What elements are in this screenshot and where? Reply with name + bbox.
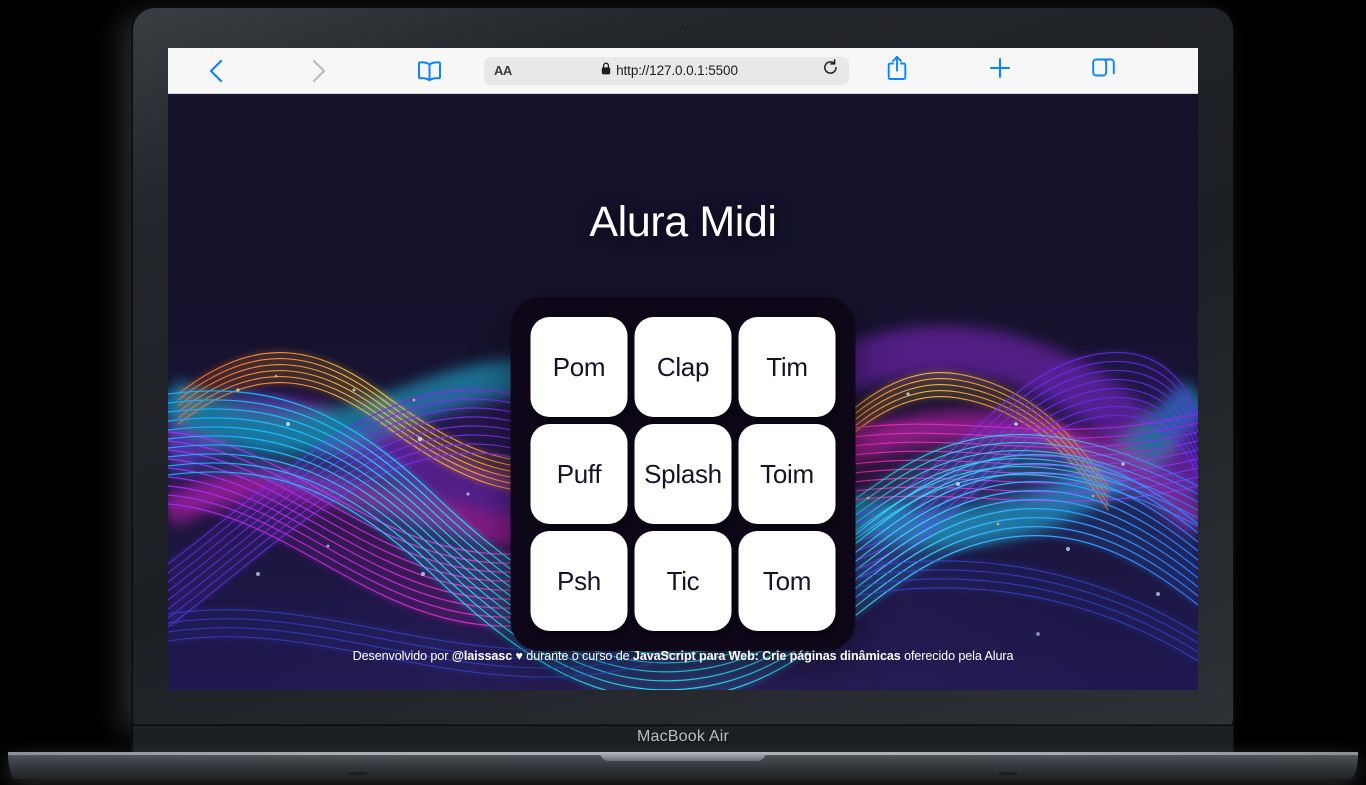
- laptop-base: [8, 752, 1358, 779]
- pad-button-tic[interactable]: Tic: [634, 531, 732, 631]
- base-foot-left: [348, 772, 368, 775]
- pad-button-clap[interactable]: Clap: [634, 317, 732, 417]
- chevron-left-icon: [208, 58, 224, 84]
- pad-button-toim[interactable]: Toim: [738, 424, 836, 524]
- reload-circular-arrow-icon: [822, 59, 839, 82]
- open-book-icon: [417, 60, 442, 82]
- bookmarks-button[interactable]: [374, 48, 484, 94]
- chevron-right-icon: [311, 58, 327, 84]
- page-footer: Desenvolvido por @laissasc ♥ durante o c…: [168, 649, 1198, 664]
- pad-button-pom[interactable]: Pom: [530, 317, 628, 417]
- base-foot-right: [998, 772, 1018, 775]
- footer-course-name: JavaScript para Web: Crie páginas dinâmi…: [632, 648, 901, 663]
- forward-button[interactable]: [264, 48, 374, 94]
- pad-button-splash[interactable]: Splash: [634, 424, 732, 524]
- browser-toolbar: AA http://127.0.0.1:5500: [168, 48, 1198, 94]
- device-model-label: MacBook Air: [636, 728, 729, 745]
- pad-button-puff[interactable]: Puff: [530, 424, 628, 524]
- footer-author: @laissasc ♥: [451, 648, 523, 663]
- pad-button-tim[interactable]: Tim: [738, 317, 836, 417]
- laptop-lid: AA http://127.0.0.1:5500 Alura Midi Pom …: [133, 8, 1233, 726]
- camera-dot-icon: [679, 27, 687, 34]
- footer-credit-text: Desenvolvido por @laissasc ♥ durante o c…: [188, 649, 1178, 664]
- share-up-arrow-icon: [887, 55, 907, 86]
- plus-icon: [988, 56, 1012, 85]
- share-button[interactable]: [849, 48, 945, 94]
- footer-part-3: durante o curso de: [522, 648, 633, 663]
- pad-button-psh[interactable]: Psh: [530, 531, 628, 631]
- lock-icon: [601, 62, 611, 80]
- laptop-screen: AA http://127.0.0.1:5500 Alura Midi Pom …: [168, 48, 1198, 690]
- footer-part-5: oferecido pela Alura: [900, 648, 1014, 663]
- pad-button-tom[interactable]: Tom: [738, 531, 836, 631]
- page-title-block: Alura Midi: [168, 198, 1198, 247]
- new-tab-button[interactable]: [945, 48, 1055, 94]
- address-bar[interactable]: AA http://127.0.0.1:5500: [484, 56, 849, 85]
- overlapping-squares-icon: [1091, 56, 1115, 85]
- tabs-overview-button[interactable]: [1055, 48, 1151, 94]
- web-page: Alura Midi Pom Clap Tim Puff Splash Toim…: [168, 94, 1198, 690]
- drum-pad-panel: Pom Clap Tim Puff Splash Toim Psh Tic To…: [510, 297, 856, 651]
- url-display: http://127.0.0.1:5500: [530, 62, 809, 80]
- reload-button[interactable]: [809, 59, 839, 82]
- text-size-button[interactable]: AA: [494, 63, 530, 78]
- url-text: http://127.0.0.1:5500: [616, 63, 738, 78]
- footer-part-1: Desenvolvido por: [352, 648, 452, 663]
- base-notch: [600, 752, 766, 761]
- back-button[interactable]: [168, 48, 264, 94]
- macbook-air-device: AA http://127.0.0.1:5500 Alura Midi Pom …: [0, 0, 1366, 785]
- page-title: Alura Midi: [589, 198, 777, 246]
